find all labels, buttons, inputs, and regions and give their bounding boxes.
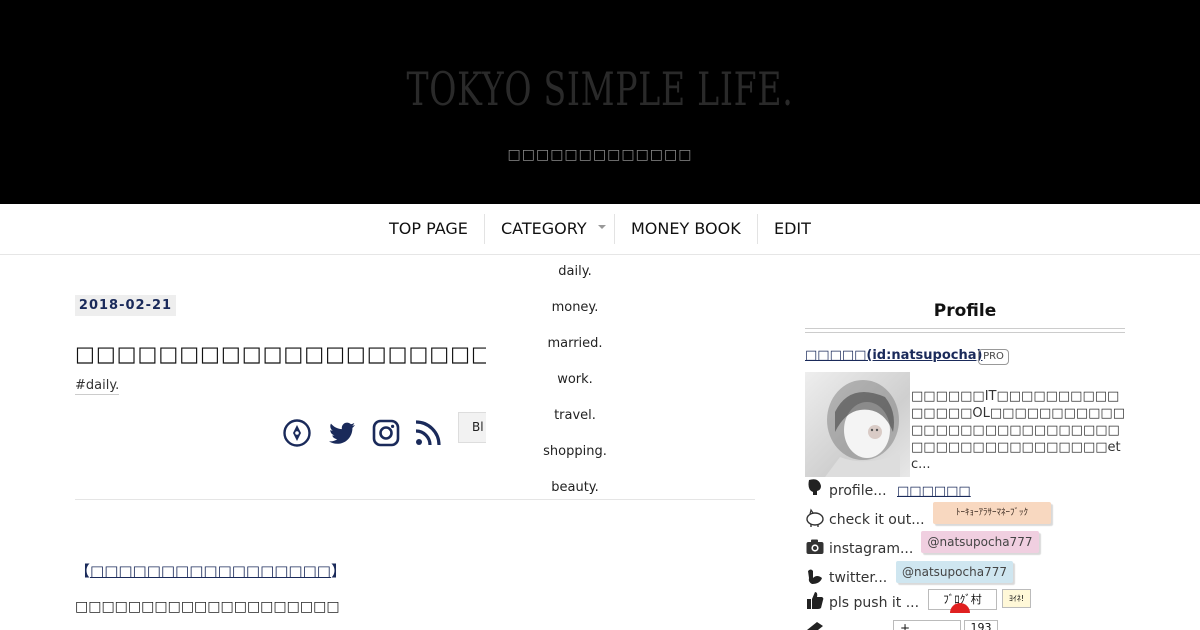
bird-icon	[808, 569, 822, 584]
pro-badge: PRO	[978, 349, 1009, 365]
camera-icon	[806, 539, 824, 554]
section-bracket-close: 】	[330, 562, 346, 580]
checkit-row-label: check it out...	[829, 512, 925, 528]
dropdown-item-work[interactable]: work.	[486, 372, 664, 387]
avatar-portrait-icon	[825, 380, 900, 477]
section-heading: 【□□□□□□□□□□□□□□□□□】	[75, 560, 346, 581]
nav-separator	[757, 214, 758, 244]
site-header: TOKYO SIMPLE LIFE. □□□□□□□□□□□□□	[0, 0, 1200, 204]
twitter-handle-pill[interactable]: @natsupocha777	[896, 561, 1013, 583]
nav-top-page[interactable]: TOP PAGE	[389, 204, 468, 254]
category-dropdown: daily. money. married. work. travel. sho…	[486, 255, 664, 499]
red-sun-icon	[950, 603, 970, 613]
sidebar-rule	[805, 332, 1125, 333]
profile-bio: □□□□□□IT□□□□□□□□□□□□□□□OL□□□□□□□□□□□□□□□…	[911, 389, 1125, 472]
nav-edit[interactable]: EDIT	[774, 204, 811, 254]
article-body-text: □□□□□□□□□□□□□□□□□□□□	[75, 599, 340, 615]
sidebar-profile-title: Profile	[933, 301, 997, 321]
thumbs-up-icon	[807, 592, 824, 609]
site-description: □□□□□□□□□□□□□	[507, 147, 693, 163]
dropdown-item-beauty[interactable]: beauty.	[486, 480, 664, 495]
site-title[interactable]: TOKYO SIMPLE LIFE.	[168, 62, 1032, 116]
nav-separator	[614, 214, 615, 244]
instagram-row-label: instagram...	[829, 541, 914, 557]
dropdown-item-money[interactable]: money.	[486, 300, 664, 315]
silhouette-head-icon	[808, 479, 821, 495]
pen-icon	[807, 622, 823, 630]
dropdown-item-shopping[interactable]: shopping.	[486, 444, 664, 459]
profile-page-link[interactable]: □□□□□□	[897, 484, 971, 499]
dropdown-item-married[interactable]: married.	[486, 336, 664, 351]
profile-row-label: profile...	[829, 483, 887, 499]
sidebar-rule	[805, 328, 1125, 329]
avatar[interactable]	[805, 372, 910, 477]
piggy-bank-icon	[806, 508, 824, 527]
section-bracket-open: 【	[75, 562, 91, 580]
entry-date[interactable]: 2018-02-21	[75, 295, 176, 316]
entry-category-tag[interactable]: #daily.	[75, 378, 120, 395]
twitter-icon[interactable]	[327, 418, 357, 448]
nav-money-book[interactable]: MONEY BOOK	[631, 204, 741, 254]
instagram-icon[interactable]	[371, 418, 401, 448]
yoine-button[interactable]: ﾖｲﾈ!	[1002, 589, 1031, 608]
article-divider	[75, 499, 755, 500]
follow-count: 193	[964, 620, 998, 630]
twitter-row-label: twitter...	[829, 570, 888, 586]
nav-category[interactable]: CATEGORY	[501, 204, 587, 254]
dropdown-item-travel[interactable]: travel.	[486, 408, 664, 423]
rss-icon[interactable]	[413, 418, 443, 448]
push-row-label: pls push it ...	[829, 595, 920, 611]
hatena-pen-icon[interactable]	[282, 418, 312, 448]
nav-separator	[484, 214, 485, 244]
follow-button[interactable]: +	[893, 620, 961, 630]
global-nav: TOP PAGE CATEGORY MONEY BOOK EDIT	[0, 204, 1200, 255]
instagram-handle-pill[interactable]: @natsupocha777	[921, 531, 1039, 553]
section-heading-link[interactable]: □□□□□□□□□□□□□□□□□	[90, 562, 331, 580]
money-book-banner[interactable]: ﾄｰｷｮｰｱﾗｻｰﾏﾈｰﾌﾞｯｸ	[933, 502, 1051, 524]
dropdown-item-daily[interactable]: daily.	[486, 264, 664, 279]
profile-username-link[interactable]: □□□□□(id:natsupocha)	[805, 348, 982, 363]
chevron-down-icon[interactable]	[598, 225, 606, 229]
